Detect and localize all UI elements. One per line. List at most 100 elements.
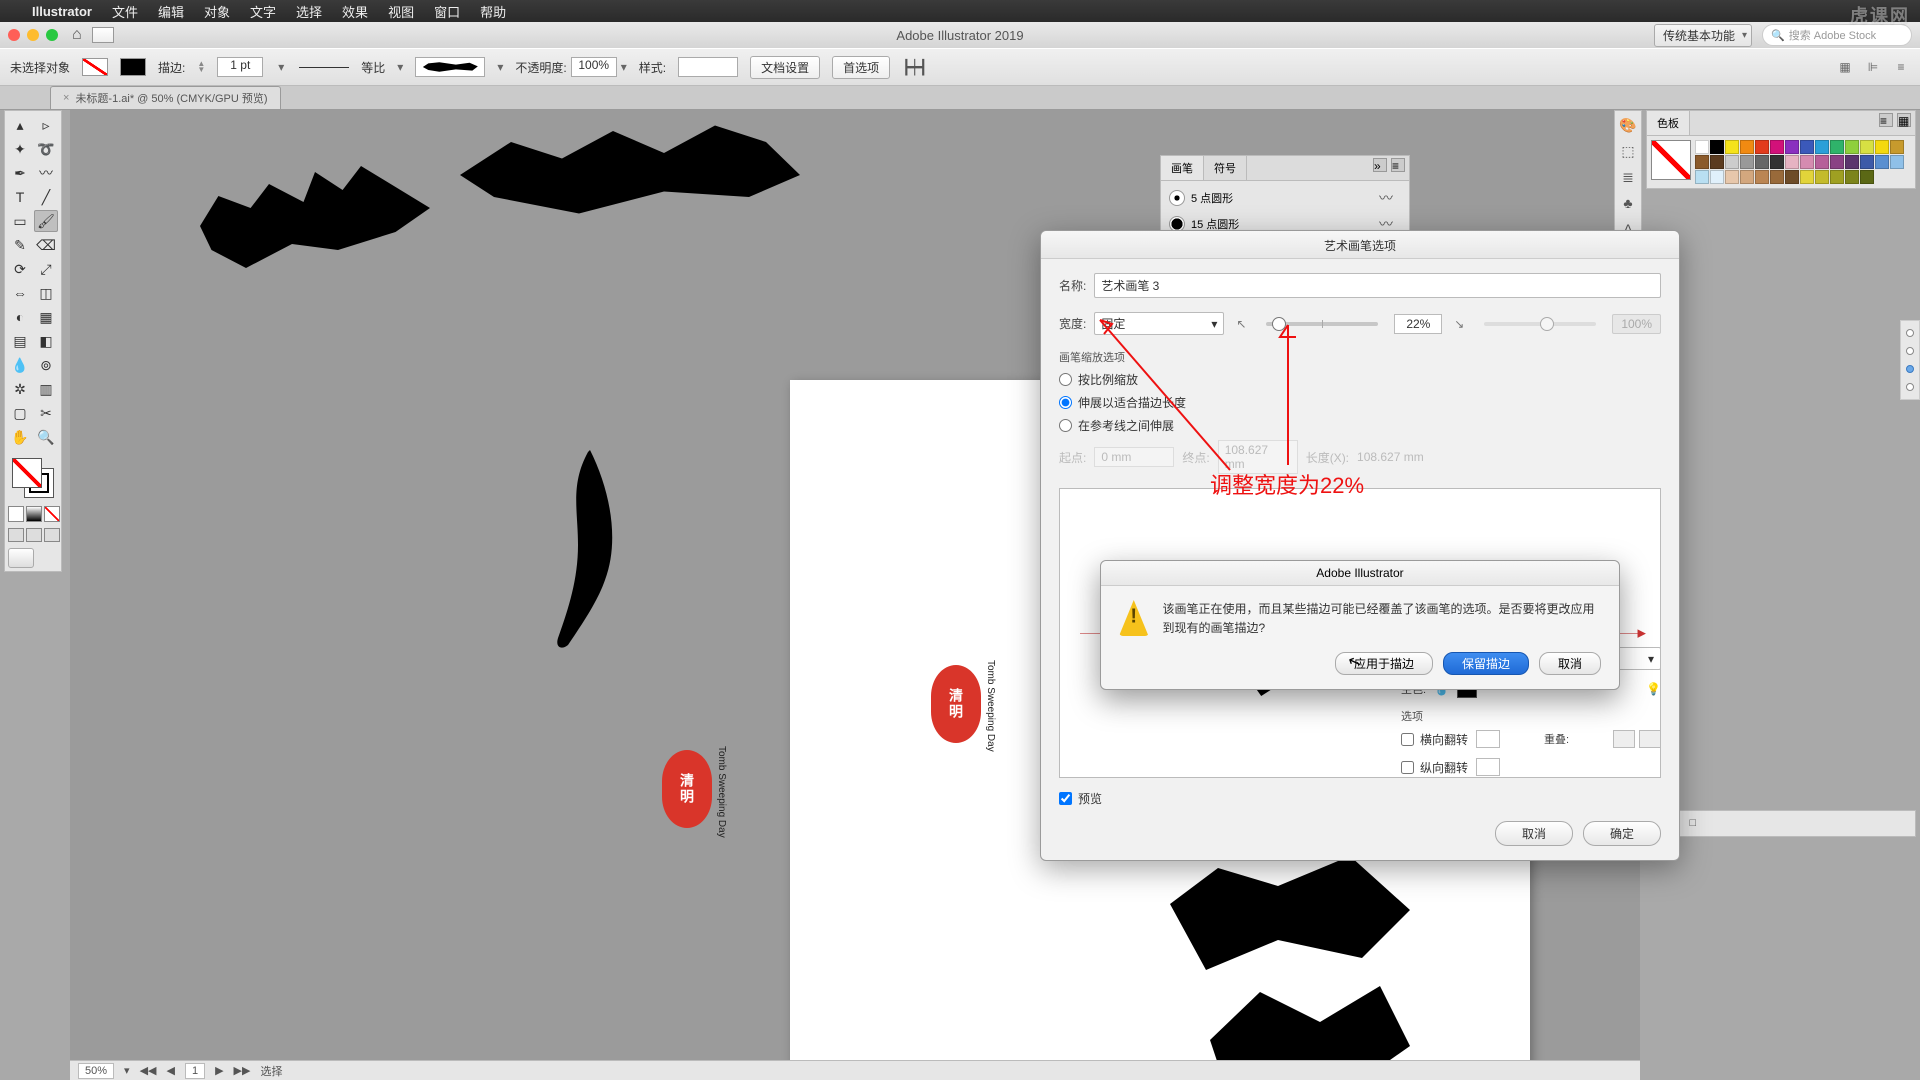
current-swatch[interactable] xyxy=(1651,140,1691,180)
menu-select[interactable]: 选择 xyxy=(296,2,322,21)
swatch[interactable] xyxy=(1890,155,1904,169)
layers-panel-icon[interactable]: ≣ xyxy=(1618,167,1638,187)
color-panel-icon[interactable]: 🎨 xyxy=(1618,115,1638,135)
slice-tool-icon[interactable]: ✂ xyxy=(34,402,58,424)
scale-stretch-radio[interactable] xyxy=(1059,396,1072,409)
cancel-button[interactable]: 取消 xyxy=(1495,821,1573,846)
swatch[interactable] xyxy=(1695,155,1709,169)
tips-icon[interactable]: 💡 xyxy=(1646,682,1661,696)
swatch[interactable] xyxy=(1710,155,1724,169)
dropdown-icon[interactable]: ▾ xyxy=(124,1064,130,1077)
swatch[interactable] xyxy=(1785,140,1799,154)
hand-tool-icon[interactable]: ✋ xyxy=(8,426,32,448)
shaper-tool-icon[interactable]: ✎ xyxy=(8,234,32,256)
overlap-option-icon[interactable] xyxy=(1613,730,1635,748)
stroke-profile-preview[interactable] xyxy=(299,67,349,68)
swatch[interactable] xyxy=(1770,155,1784,169)
ok-button[interactable]: 确定 xyxy=(1583,821,1661,846)
none-color-icon[interactable] xyxy=(44,506,60,522)
document-setup-button[interactable]: 文档设置 xyxy=(750,56,820,79)
line-segment-tool-icon[interactable]: ╱ xyxy=(34,186,58,208)
swatch[interactable] xyxy=(1710,140,1724,154)
app-name[interactable]: Illustrator xyxy=(32,4,92,19)
shape-builder-tool-icon[interactable]: ◐ xyxy=(8,306,32,328)
full-screen-menu-mode-icon[interactable] xyxy=(26,528,42,542)
brush-name-field[interactable]: 艺术画笔 3 xyxy=(1094,273,1661,298)
stroke-swatch-icon[interactable] xyxy=(120,58,146,76)
align-icon[interactable]: ┣┿┫ xyxy=(902,59,927,76)
collapse-icon[interactable]: » xyxy=(1373,158,1387,172)
stroke-weight-field[interactable]: 1 pt xyxy=(217,57,263,77)
mesh-tool-icon[interactable]: ▤ xyxy=(8,330,32,352)
close-tab-icon[interactable]: × xyxy=(63,92,69,104)
slider-handle[interactable] xyxy=(1272,317,1286,331)
menu-effect[interactable]: 效果 xyxy=(342,2,368,21)
artboard-tool-icon[interactable]: ▢ xyxy=(8,402,32,424)
marker-dot[interactable] xyxy=(1906,347,1914,355)
perspective-grid-tool-icon[interactable]: ▦ xyxy=(34,306,58,328)
swatch[interactable] xyxy=(1695,170,1709,184)
swatch[interactable] xyxy=(1740,140,1754,154)
swatch[interactable] xyxy=(1830,155,1844,169)
brush-list-item[interactable]: 5 点圆形〰 xyxy=(1165,185,1405,211)
gradient-tool-icon[interactable]: ◧ xyxy=(34,330,58,352)
swatch[interactable] xyxy=(1785,155,1799,169)
scale-proportional-radio[interactable] xyxy=(1059,373,1072,386)
full-screen-mode-icon[interactable] xyxy=(44,528,60,542)
brush-definition-preview[interactable] xyxy=(415,57,485,77)
brushes-tab[interactable]: 画笔 xyxy=(1161,156,1204,180)
direct-selection-tool-icon[interactable]: ▹ xyxy=(34,114,58,136)
stroke-stepper-icon[interactable]: ▲▼ xyxy=(197,61,205,73)
symbols-tab[interactable]: 符号 xyxy=(1204,156,1247,180)
swatch[interactable] xyxy=(1800,170,1814,184)
rectangle-tool-icon[interactable]: ▭ xyxy=(8,210,32,232)
flip-h-checkbox[interactable] xyxy=(1401,733,1414,746)
swatch[interactable] xyxy=(1860,140,1874,154)
swatch[interactable] xyxy=(1875,140,1889,154)
swatch[interactable] xyxy=(1845,170,1859,184)
symbol-sprayer-tool-icon[interactable]: ✲ xyxy=(8,378,32,400)
fill-color-icon[interactable] xyxy=(12,458,42,488)
artboard-next-icon[interactable]: ▶▶ xyxy=(234,1064,251,1077)
graphic-style-dropdown[interactable] xyxy=(678,57,738,77)
dropdown-icon[interactable]: ▾ xyxy=(621,60,627,74)
swatch[interactable] xyxy=(1770,140,1784,154)
column-graph-tool-icon[interactable]: ▥ xyxy=(34,378,58,400)
leave-strokes-button[interactable]: 保留描边 xyxy=(1443,652,1529,675)
home-icon[interactable]: ⌂ xyxy=(72,26,82,44)
swatch[interactable] xyxy=(1860,170,1874,184)
panel-menu-icon[interactable]: ≡ xyxy=(1391,158,1405,172)
pen-tool-icon[interactable]: ✒ xyxy=(8,162,32,184)
fill-swatch-icon[interactable] xyxy=(82,58,108,76)
flip-v-checkbox[interactable] xyxy=(1401,761,1414,774)
swatch[interactable] xyxy=(1845,155,1859,169)
swatch[interactable] xyxy=(1695,140,1709,154)
flip-start-icon[interactable]: ↖ xyxy=(1232,315,1250,333)
normal-screen-mode-icon[interactable] xyxy=(8,528,24,542)
swatch[interactable] xyxy=(1800,140,1814,154)
width-mode-select[interactable]: 固定▾ xyxy=(1094,312,1224,335)
overlap-option-icon[interactable] xyxy=(1639,730,1661,748)
options-icon[interactable]: □ xyxy=(1689,817,1696,830)
free-transform-tool-icon[interactable]: ◫ xyxy=(34,282,58,304)
marker-dot[interactable] xyxy=(1906,365,1914,373)
swatch[interactable] xyxy=(1725,155,1739,169)
zoom-tool-icon[interactable]: 🔍 xyxy=(34,426,58,448)
swatch[interactable] xyxy=(1890,140,1904,154)
swatch[interactable] xyxy=(1845,140,1859,154)
transform-panel-icon[interactable]: ▦ xyxy=(1836,58,1854,76)
swatch[interactable] xyxy=(1770,170,1784,184)
preview-checkbox[interactable] xyxy=(1059,792,1072,805)
zoom-level-field[interactable]: 50% xyxy=(78,1063,114,1079)
edit-toolbar-button[interactable] xyxy=(8,548,34,568)
menu-edit[interactable]: 编辑 xyxy=(158,2,184,21)
swatch[interactable] xyxy=(1755,140,1769,154)
swatch[interactable] xyxy=(1800,155,1814,169)
swatches-tab[interactable]: 色板 xyxy=(1647,111,1690,135)
artboard-prev-icon[interactable]: ◀◀ xyxy=(140,1064,157,1077)
swatch[interactable] xyxy=(1755,155,1769,169)
swatch[interactable] xyxy=(1815,170,1829,184)
menu-type[interactable]: 文字 xyxy=(250,2,276,21)
menu-window[interactable]: 窗口 xyxy=(434,2,460,21)
swatch[interactable] xyxy=(1755,170,1769,184)
